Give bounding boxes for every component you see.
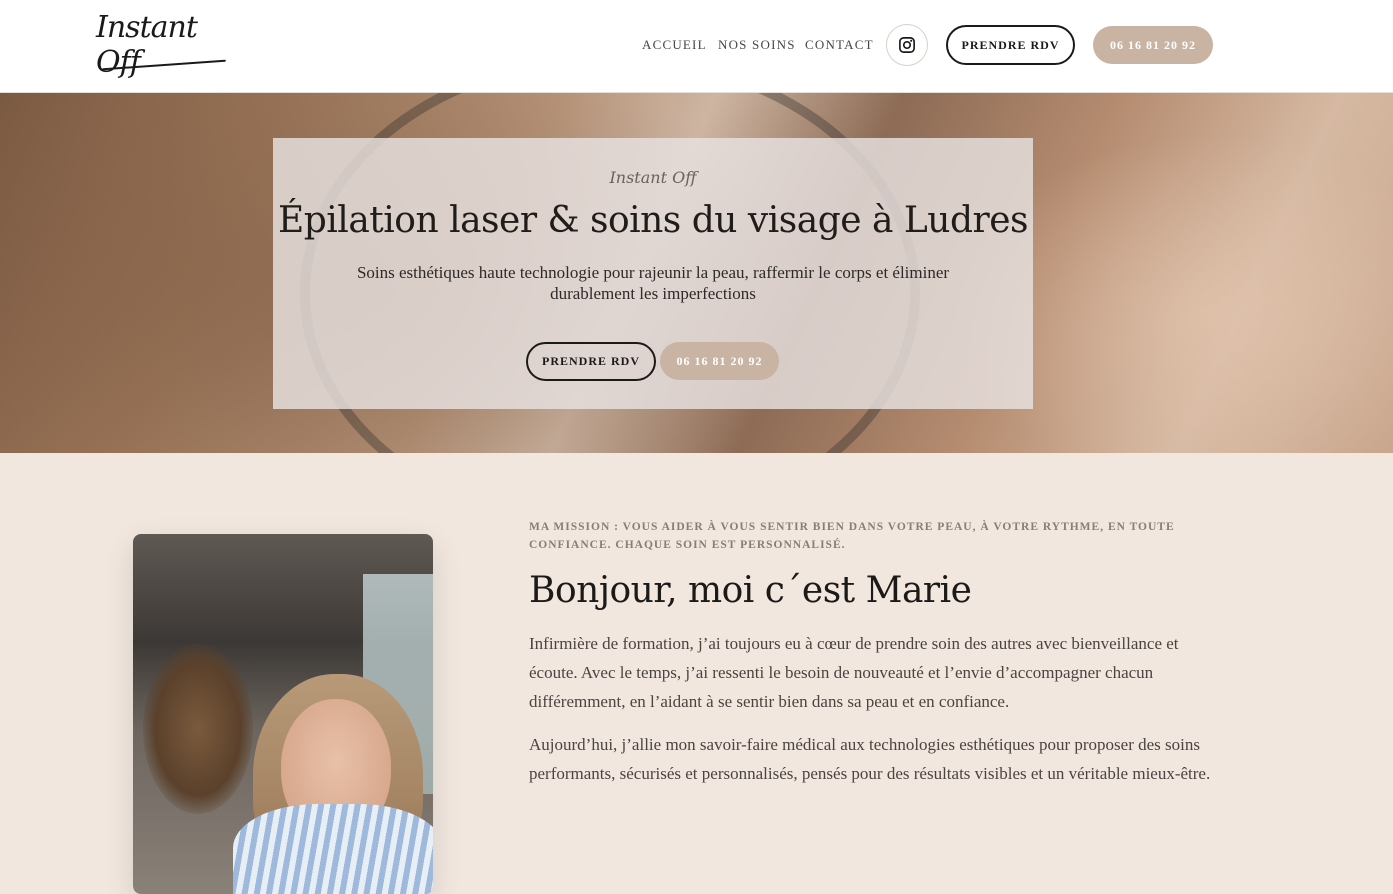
instagram-icon xyxy=(899,37,915,53)
nav-nos-soins[interactable]: NOS SOINS xyxy=(718,37,805,53)
nav-contact[interactable]: CONTACT xyxy=(805,37,875,53)
about-paragraph-1: Infirmière de formation, j’ai toujours e… xyxy=(529,634,1179,711)
site-header: Instant Off ACCUEIL NOS SOINS CONTACT PR… xyxy=(0,0,1393,93)
mission-statement: MA MISSION : VOUS AIDER À VOUS SENTIR BI… xyxy=(529,521,1175,551)
hero-rdv-button[interactable]: PRENDRE RDV xyxy=(526,342,656,381)
instagram-button[interactable] xyxy=(886,24,928,66)
hero-subtitle: Soins esthétiques haute technologie pour… xyxy=(356,263,950,303)
photo-striped-shirt xyxy=(233,804,433,894)
hero-section: Instant Off Épilation laser & soins du v… xyxy=(0,93,1393,453)
hero-phone-button[interactable]: 06 16 81 20 92 xyxy=(660,342,779,380)
about-title: Bonjour, moi c´est Marie xyxy=(529,570,972,611)
nav-accueil[interactable]: ACCUEIL xyxy=(642,37,718,53)
header-phone-button[interactable]: 06 16 81 20 92 xyxy=(1093,26,1213,64)
logo-text: Instant Off xyxy=(96,10,198,80)
main-nav: ACCUEIL NOS SOINS CONTACT xyxy=(642,37,875,53)
photo-dried-flowers xyxy=(143,644,253,814)
about-paragraph-2: Aujourd’hui, j’allie mon savoir-faire mé… xyxy=(529,735,1211,783)
hero-title: Épilation laser & soins du visage à Ludr… xyxy=(277,200,1029,241)
hero-kicker: Instant Off xyxy=(609,168,697,187)
hero-card: Instant Off Épilation laser & soins du v… xyxy=(273,138,1033,409)
marie-portrait-photo xyxy=(133,534,433,894)
header-rdv-button[interactable]: PRENDRE RDV xyxy=(946,25,1075,65)
site-logo[interactable]: Instant Off xyxy=(96,10,244,80)
